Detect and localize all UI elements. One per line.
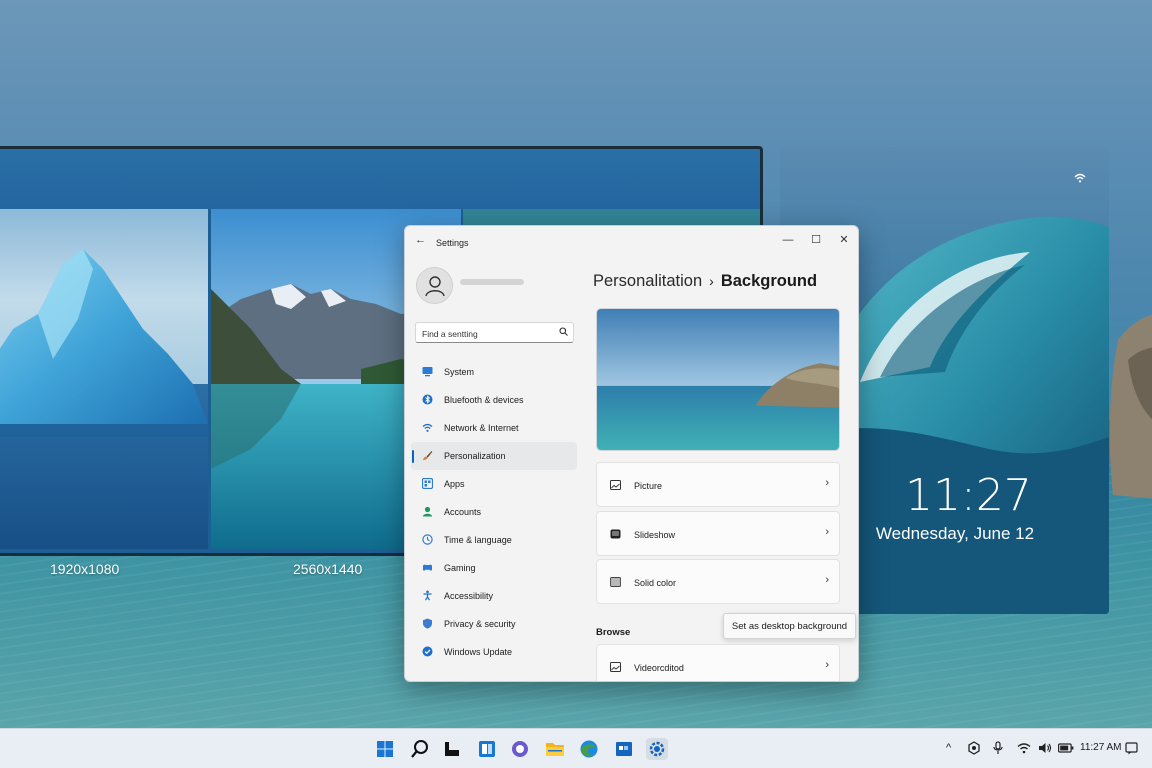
set-as-desktop-background-tooltip[interactable]: Set as desktop background [723,613,856,639]
update-icon [422,646,433,657]
resolution-label-2560: 2560x1440 [293,561,363,577]
browse-item[interactable]: Videorcditod › [596,644,840,681]
option-label-solid-color: Solid color [634,578,677,588]
notifications-icon[interactable] [1125,742,1138,755]
user-icon [425,276,445,297]
file-explorer-icon[interactable] [544,738,566,760]
nav-item-system[interactable]: System [411,358,577,386]
nav-label-apps: Apps [444,479,465,489]
background-preview [596,308,840,451]
picture-icon [610,480,621,490]
clock-icon [422,534,433,545]
nav-label-bluetooth: Bluefooth & devices [444,395,524,405]
account-name-placeholder [460,279,524,285]
tray-clock[interactable]: 11:27 AM [1080,742,1122,753]
close-button[interactable]: ✕ [833,231,855,249]
chat-icon[interactable] [509,738,531,760]
search-icon[interactable] [559,327,568,338]
browse-section-label: Browse [596,627,631,638]
nav-item-gaming[interactable]: Gaming [411,554,577,582]
widgets-icon[interactable] [476,738,498,760]
brush-icon [423,451,433,461]
breadcrumb: Personalitation › Background [593,272,817,291]
nav-item-privacy[interactable]: Privacy & security [411,610,577,638]
avatar[interactable] [416,267,453,304]
monitor-top-area [0,149,760,209]
lock-screen-network-icon [1074,172,1086,186]
search-box[interactable]: Find a sentting [415,322,574,343]
chevron-right-icon: › [825,477,829,489]
wallpaper-iceberg[interactable] [0,209,208,549]
settings-nav: System Bluefooth & devices Network & Int… [411,358,577,666]
nav-item-windows-update[interactable]: Windows Update [411,638,577,666]
volume-icon[interactable] [1038,742,1052,754]
nav-item-network[interactable]: Network & Internet [411,414,577,442]
nav-label-accounts: Accounts [444,507,482,517]
nav-label-network: Network & Internet [444,423,519,433]
microphone-icon[interactable] [993,741,1003,755]
apps-icon [422,478,433,489]
accessibility-icon [423,590,432,601]
chevron-right-icon: › [825,574,829,586]
settings-app-icon[interactable] [646,738,668,760]
wifi-icon[interactable] [1017,742,1031,754]
picture-icon [610,662,621,672]
nav-item-accounts[interactable]: Accounts [411,498,577,526]
wifi-icon [422,423,433,432]
nav-label-windows-update: Windows Update [444,647,513,657]
edge-browser-icon[interactable] [578,738,600,760]
search-input[interactable]: Find a sentting [422,329,478,339]
start-icon[interactable] [374,738,396,760]
nav-label-time-language: Time & language [444,535,512,545]
nav-label-gaming: Gaming [444,563,476,573]
option-solid-color[interactable]: Solid color › [596,559,840,604]
title-bar: ← Settings — ☐ ✕ [405,226,858,254]
maximize-button[interactable]: ☐ [805,231,827,249]
settings-window: ← Settings — ☐ ✕ Find a sentting System … [404,225,859,682]
gaming-icon [423,564,432,571]
selected-indicator [412,450,414,463]
system-icon [422,367,433,377]
nav-item-time-language[interactable]: Time & language [411,526,577,554]
option-slideshow[interactable]: Slideshow › [596,511,840,556]
slideshow-icon [610,529,621,539]
option-label-picture: Picture [634,481,663,491]
nav-item-bluetooth[interactable]: Bluefooth & devices [411,386,577,414]
breadcrumb-separator: › [709,273,714,289]
solid-color-icon [610,577,621,587]
option-label-slideshow: Slideshow [634,530,676,540]
search-icon[interactable] [409,738,431,760]
nav-label-personalization: Personalization [444,451,506,461]
nav-label-system: System [444,367,475,377]
store-icon[interactable] [613,738,635,760]
task-view-icon[interactable] [441,738,463,760]
tray-chevron-up-icon[interactable]: ^ [946,742,951,754]
nav-label-privacy: Privacy & security [444,619,516,629]
accounts-icon [422,506,433,517]
chevron-right-icon: › [825,526,829,538]
lock-screen-time: 11:27 [905,470,1032,521]
breadcrumb-parent[interactable]: Personalitation [593,272,702,290]
rock-decoration [1109,314,1152,499]
nav-item-personalization[interactable]: Personalization [411,442,577,470]
resolution-label-1920: 1920x1080 [50,561,120,577]
nav-label-accessibility: Accessibility [444,591,494,601]
browse-item-label: Videorcditod [634,663,684,673]
battery-icon[interactable] [1058,742,1074,754]
shield-icon [423,618,432,629]
chevron-right-icon: › [825,659,829,671]
nav-item-apps[interactable]: Apps [411,470,577,498]
nav-item-accessibility[interactable]: Accessibility [411,582,577,610]
window-title: Settings [436,238,469,248]
tray-app-icon[interactable] [968,741,980,755]
page-title: Background [720,272,818,290]
minimize-button[interactable]: — [777,231,799,249]
taskbar: ^ 11:27 AM [0,728,1152,768]
option-picture[interactable]: Picture › [596,462,840,507]
back-icon[interactable]: ← [415,234,426,246]
lock-screen-date: Wednesday, June 12 [875,524,1035,543]
bluetooth-icon [422,394,433,405]
